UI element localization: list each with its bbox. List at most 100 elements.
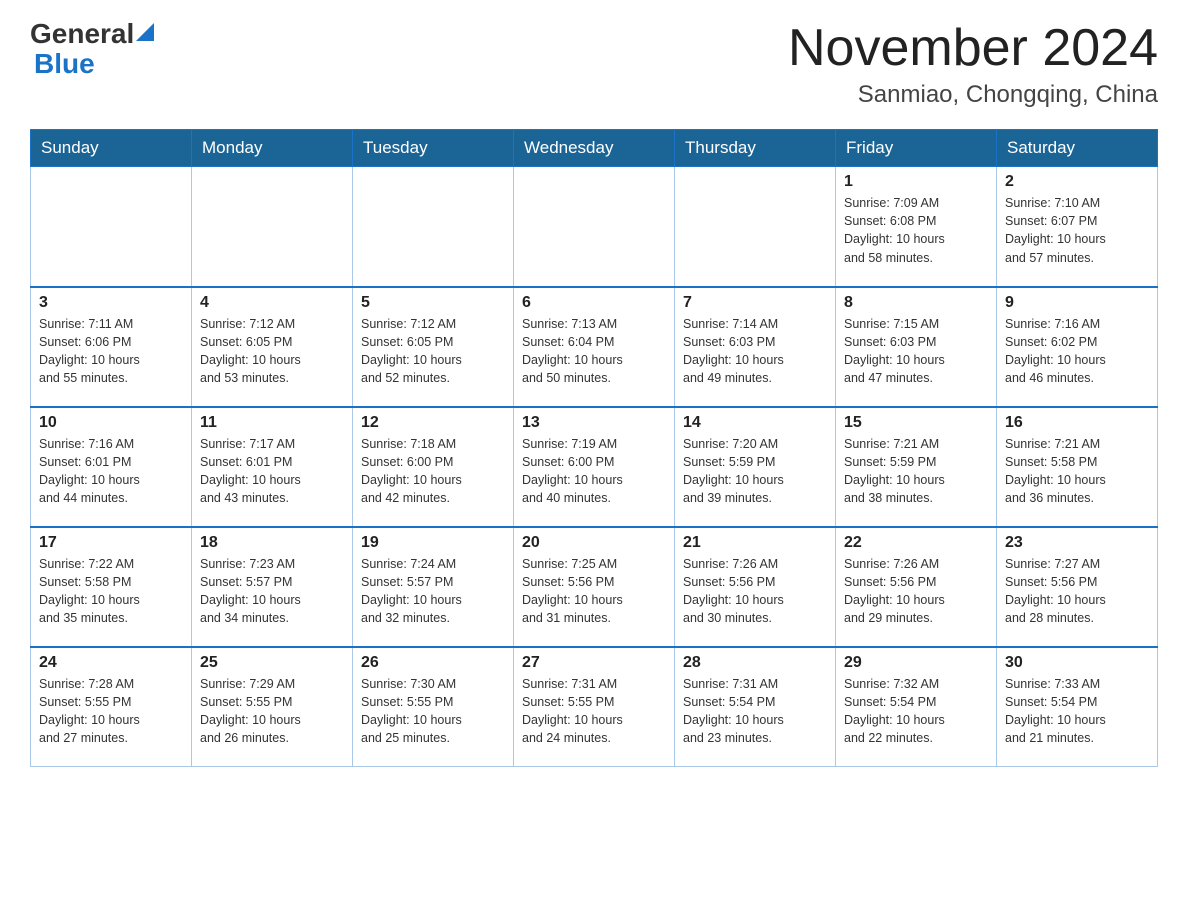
- day-info: Sunrise: 7:11 AM Sunset: 6:06 PM Dayligh…: [39, 315, 183, 388]
- day-number: 8: [844, 294, 988, 312]
- weekday-header-row: SundayMondayTuesdayWednesdayThursdayFrid…: [31, 130, 1158, 167]
- calendar-cell: 18Sunrise: 7:23 AM Sunset: 5:57 PM Dayli…: [192, 527, 353, 647]
- day-number: 6: [522, 294, 666, 312]
- day-info: Sunrise: 7:17 AM Sunset: 6:01 PM Dayligh…: [200, 435, 344, 508]
- calendar-cell: 6 Sunrise: 7:13 AM Sunset: 6:04 PM Daylig…: [514, 287, 675, 407]
- day-info: Sunrise: 7:16 AM Sunset: 6:02 PM Dayligh…: [1005, 315, 1149, 388]
- day-number: 16: [1005, 414, 1149, 432]
- day-info: Sunrise: 7:31 AM Sunset: 5:55 PM Dayligh…: [522, 675, 666, 748]
- day-info: Sunrise: 7:12 AM Sunset: 6:05 PM Dayligh…: [200, 315, 344, 388]
- day-number: 2: [1005, 173, 1149, 191]
- calendar-cell: 8 Sunrise: 7:15 AM Sunset: 6:03 PM Daylig…: [836, 287, 997, 407]
- day-number: 12: [361, 414, 505, 432]
- calendar-cell: 5 Sunrise: 7:12 AM Sunset: 6:05 PM Daylig…: [353, 287, 514, 407]
- calendar-cell: 14 Sunrise: 7:20 AM Sunset: 5:59 PM Dayli…: [675, 407, 836, 527]
- day-number: 11: [200, 414, 344, 432]
- day-info: Sunrise: 7:27 AM Sunset: 5:56 PM Dayligh…: [1005, 555, 1149, 628]
- day-info: Sunrise: 7:22 AM Sunset: 5:58 PM Dayligh…: [39, 555, 183, 628]
- day-number: 28: [683, 654, 827, 672]
- calendar-cell: 28 Sunrise: 7:31 AM Sunset: 5:54 PM Dayli…: [675, 647, 836, 767]
- day-number: 21: [683, 534, 827, 552]
- calendar-week-5: 24 Sunrise: 7:28 AM Sunset: 5:55 PM Dayli…: [31, 647, 1158, 767]
- day-number: 25: [200, 654, 344, 672]
- day-info: Sunrise: 7:15 AM Sunset: 6:03 PM Dayligh…: [844, 315, 988, 388]
- calendar-cell: 15Sunrise: 7:21 AM Sunset: 5:59 PM Dayli…: [836, 407, 997, 527]
- day-info: Sunrise: 7:21 AM Sunset: 5:59 PM Dayligh…: [844, 435, 988, 508]
- day-number: 5: [361, 294, 505, 312]
- calendar-cell: 26 Sunrise: 7:30 AM Sunset: 5:55 PM Dayli…: [353, 647, 514, 767]
- day-info: Sunrise: 7:20 AM Sunset: 5:59 PM Dayligh…: [683, 435, 827, 508]
- calendar-cell: 25 Sunrise: 7:29 AM Sunset: 5:55 PM Dayli…: [192, 647, 353, 767]
- day-number: 13: [522, 414, 666, 432]
- calendar-week-2: 3 Sunrise: 7:11 AM Sunset: 6:06 PM Daylig…: [31, 287, 1158, 407]
- calendar-cell: [353, 167, 514, 287]
- calendar-cell: 23 Sunrise: 7:27 AM Sunset: 5:56 PM Dayli…: [997, 527, 1158, 647]
- day-number: 24: [39, 654, 183, 672]
- weekday-header-friday: Friday: [836, 130, 997, 167]
- calendar-cell: [192, 167, 353, 287]
- day-number: 26: [361, 654, 505, 672]
- calendar-week-1: 1 Sunrise: 7:09 AM Sunset: 6:08 PM Daylig…: [31, 167, 1158, 287]
- day-info: Sunrise: 7:29 AM Sunset: 5:55 PM Dayligh…: [200, 675, 344, 748]
- month-title: November 2024: [788, 20, 1158, 77]
- calendar-cell: 13 Sunrise: 7:19 AM Sunset: 6:00 PM Dayli…: [514, 407, 675, 527]
- logo: General Blue: [30, 20, 154, 80]
- calendar-cell: 10Sunrise: 7:16 AM Sunset: 6:01 PM Dayli…: [31, 407, 192, 527]
- day-info: Sunrise: 7:32 AM Sunset: 5:54 PM Dayligh…: [844, 675, 988, 748]
- day-number: 9: [1005, 294, 1149, 312]
- page-header: General Blue November 2024 Sanmiao, Chon…: [30, 20, 1158, 109]
- day-info: Sunrise: 7:31 AM Sunset: 5:54 PM Dayligh…: [683, 675, 827, 748]
- logo-blue: Blue: [34, 48, 95, 79]
- calendar-cell: 24 Sunrise: 7:28 AM Sunset: 5:55 PM Dayli…: [31, 647, 192, 767]
- calendar-cell: 12 Sunrise: 7:18 AM Sunset: 6:00 PM Dayli…: [353, 407, 514, 527]
- day-info: Sunrise: 7:13 AM Sunset: 6:04 PM Dayligh…: [522, 315, 666, 388]
- calendar-week-3: 10Sunrise: 7:16 AM Sunset: 6:01 PM Dayli…: [31, 407, 1158, 527]
- title-section: November 2024 Sanmiao, Chongqing, China: [788, 20, 1158, 109]
- weekday-header-monday: Monday: [192, 130, 353, 167]
- day-info: Sunrise: 7:09 AM Sunset: 6:08 PM Dayligh…: [844, 194, 988, 267]
- weekday-header-thursday: Thursday: [675, 130, 836, 167]
- day-info: Sunrise: 7:26 AM Sunset: 5:56 PM Dayligh…: [844, 555, 988, 628]
- day-number: 29: [844, 654, 988, 672]
- calendar-cell: 4 Sunrise: 7:12 AM Sunset: 6:05 PM Daylig…: [192, 287, 353, 407]
- location: Sanmiao, Chongqing, China: [788, 81, 1158, 109]
- day-info: Sunrise: 7:14 AM Sunset: 6:03 PM Dayligh…: [683, 315, 827, 388]
- day-info: Sunrise: 7:23 AM Sunset: 5:57 PM Dayligh…: [200, 555, 344, 628]
- day-number: 17: [39, 534, 183, 552]
- calendar-cell: 2 Sunrise: 7:10 AM Sunset: 6:07 PM Daylig…: [997, 167, 1158, 287]
- day-info: Sunrise: 7:30 AM Sunset: 5:55 PM Dayligh…: [361, 675, 505, 748]
- day-number: 1: [844, 173, 988, 191]
- calendar-cell: 29 Sunrise: 7:32 AM Sunset: 5:54 PM Dayli…: [836, 647, 997, 767]
- day-info: Sunrise: 7:19 AM Sunset: 6:00 PM Dayligh…: [522, 435, 666, 508]
- calendar-cell: 16Sunrise: 7:21 AM Sunset: 5:58 PM Dayli…: [997, 407, 1158, 527]
- day-number: 19: [361, 534, 505, 552]
- calendar-cell: [31, 167, 192, 287]
- day-info: Sunrise: 7:12 AM Sunset: 6:05 PM Dayligh…: [361, 315, 505, 388]
- calendar-table: SundayMondayTuesdayWednesdayThursdayFrid…: [30, 129, 1158, 767]
- day-number: 30: [1005, 654, 1149, 672]
- calendar-cell: [514, 167, 675, 287]
- calendar-cell: 1 Sunrise: 7:09 AM Sunset: 6:08 PM Daylig…: [836, 167, 997, 287]
- calendar-cell: [675, 167, 836, 287]
- day-number: 7: [683, 294, 827, 312]
- weekday-header-sunday: Sunday: [31, 130, 192, 167]
- calendar-cell: 7 Sunrise: 7:14 AM Sunset: 6:03 PM Daylig…: [675, 287, 836, 407]
- calendar-cell: 19 Sunrise: 7:24 AM Sunset: 5:57 PM Dayli…: [353, 527, 514, 647]
- day-number: 27: [522, 654, 666, 672]
- day-info: Sunrise: 7:18 AM Sunset: 6:00 PM Dayligh…: [361, 435, 505, 508]
- day-number: 23: [1005, 534, 1149, 552]
- day-number: 3: [39, 294, 183, 312]
- day-info: Sunrise: 7:24 AM Sunset: 5:57 PM Dayligh…: [361, 555, 505, 628]
- calendar-cell: 3 Sunrise: 7:11 AM Sunset: 6:06 PM Daylig…: [31, 287, 192, 407]
- day-info: Sunrise: 7:28 AM Sunset: 5:55 PM Dayligh…: [39, 675, 183, 748]
- weekday-header-wednesday: Wednesday: [514, 130, 675, 167]
- day-info: Sunrise: 7:10 AM Sunset: 6:07 PM Dayligh…: [1005, 194, 1149, 267]
- day-number: 14: [683, 414, 827, 432]
- day-info: Sunrise: 7:33 AM Sunset: 5:54 PM Dayligh…: [1005, 675, 1149, 748]
- calendar-cell: 17 Sunrise: 7:22 AM Sunset: 5:58 PM Dayli…: [31, 527, 192, 647]
- day-number: 22: [844, 534, 988, 552]
- calendar-cell: 21Sunrise: 7:26 AM Sunset: 5:56 PM Dayli…: [675, 527, 836, 647]
- day-number: 4: [200, 294, 344, 312]
- logo-general: General: [30, 20, 134, 48]
- day-info: Sunrise: 7:25 AM Sunset: 5:56 PM Dayligh…: [522, 555, 666, 628]
